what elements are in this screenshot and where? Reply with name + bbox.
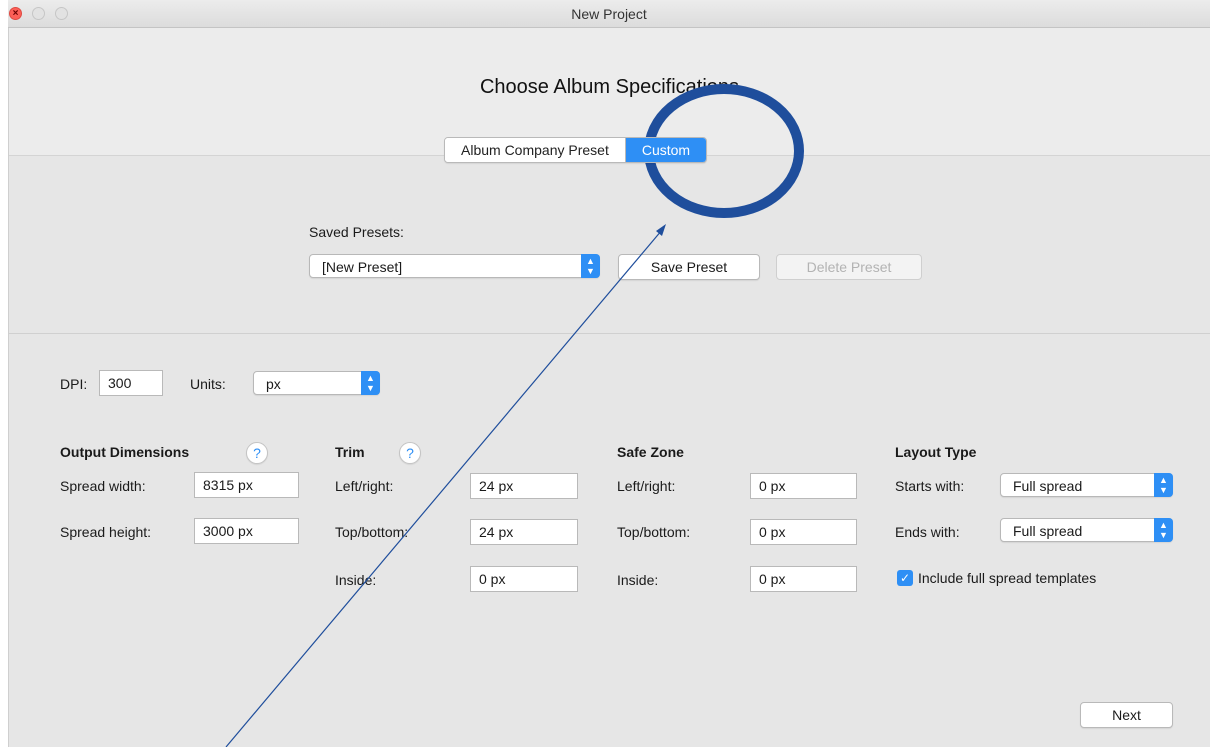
ends-with-label: Ends with: <box>895 524 960 540</box>
save-preset-button[interactable]: Save Preset <box>618 254 760 280</box>
layout-type-heading: Layout Type <box>895 444 977 460</box>
window-title: New Project <box>571 6 647 22</box>
tab-album-company-preset[interactable]: Album Company Preset <box>445 138 625 162</box>
next-button[interactable]: Next <box>1080 702 1173 728</box>
trim-inside-field[interactable]: 0 px <box>470 566 578 592</box>
safe-inside-label: Inside: <box>617 572 659 588</box>
spread-height-label: Spread height: <box>60 524 152 540</box>
safe-topbottom-label: Top/bottom: <box>617 524 691 540</box>
output-help-icon[interactable]: ? <box>246 442 268 464</box>
chevron-up-down-icon: ▲ ▼ <box>361 371 380 395</box>
spread-height-field[interactable]: 3000 px <box>194 518 299 544</box>
tab-custom[interactable]: Custom <box>624 138 707 162</box>
output-dimensions-heading: Output Dimensions <box>60 444 190 460</box>
chevron-up-down-icon: ▲ ▼ <box>581 254 600 278</box>
spread-width-field[interactable]: 8315 px <box>194 472 299 498</box>
dpi-label: DPI: <box>60 376 88 392</box>
preset-mode-switch[interactable]: Album Company Preset Custom <box>444 137 708 163</box>
units-select[interactable]: px ▲ ▼ <box>253 371 380 395</box>
title-bar: × New Project <box>8 0 1210 28</box>
include-templates-checkbox[interactable]: ✓ <box>897 570 913 586</box>
delete-preset-button[interactable]: Delete Preset <box>776 254 922 280</box>
trim-help-icon[interactable]: ? <box>399 442 421 464</box>
ends-with-value: Full spread <box>1013 523 1083 539</box>
section-divider <box>9 333 1210 334</box>
trim-inside-label: Inside: <box>335 572 377 588</box>
checkmark-icon: ✓ <box>899 571 911 585</box>
units-label: Units: <box>190 376 226 392</box>
dialog-window: Choose Album Specifications <box>8 28 1210 747</box>
starts-with-value: Full spread <box>1013 478 1083 494</box>
safe-inside-field[interactable]: 0 px <box>750 566 857 592</box>
starts-with-label: Starts with: <box>895 478 965 494</box>
dpi-field[interactable]: 300 <box>99 370 163 396</box>
chevron-up-down-icon: ▲ ▼ <box>1154 473 1173 497</box>
include-templates-label: Include full spread templates <box>918 570 1097 586</box>
safe-leftright-field[interactable]: 0 px <box>750 473 857 499</box>
dialog-heading: Choose Album Specifications <box>479 76 740 98</box>
chevron-up-down-icon: ▲ ▼ <box>1154 518 1173 542</box>
spread-width-label: Spread width: <box>60 478 146 494</box>
trim-leftright-field[interactable]: 24 px <box>470 473 578 499</box>
saved-presets-label: Saved Presets: <box>309 224 404 240</box>
safe-topbottom-field[interactable]: 0 px <box>750 519 857 545</box>
safe-zone-heading: Safe Zone <box>617 444 684 460</box>
starts-with-select[interactable]: Full spread ▲ ▼ <box>1000 473 1173 497</box>
units-value: px <box>266 376 281 392</box>
trim-leftright-label: Left/right: <box>335 478 394 494</box>
ends-with-select[interactable]: Full spread ▲ ▼ <box>1000 518 1173 542</box>
trim-topbottom-label: Top/bottom: <box>335 524 409 540</box>
saved-presets-value: [New Preset] <box>322 259 403 275</box>
trim-heading: Trim <box>335 444 365 460</box>
saved-presets-select[interactable]: [New Preset] ▲ ▼ <box>309 254 600 278</box>
safe-leftright-label: Left/right: <box>617 478 676 494</box>
trim-topbottom-field[interactable]: 24 px <box>470 519 578 545</box>
